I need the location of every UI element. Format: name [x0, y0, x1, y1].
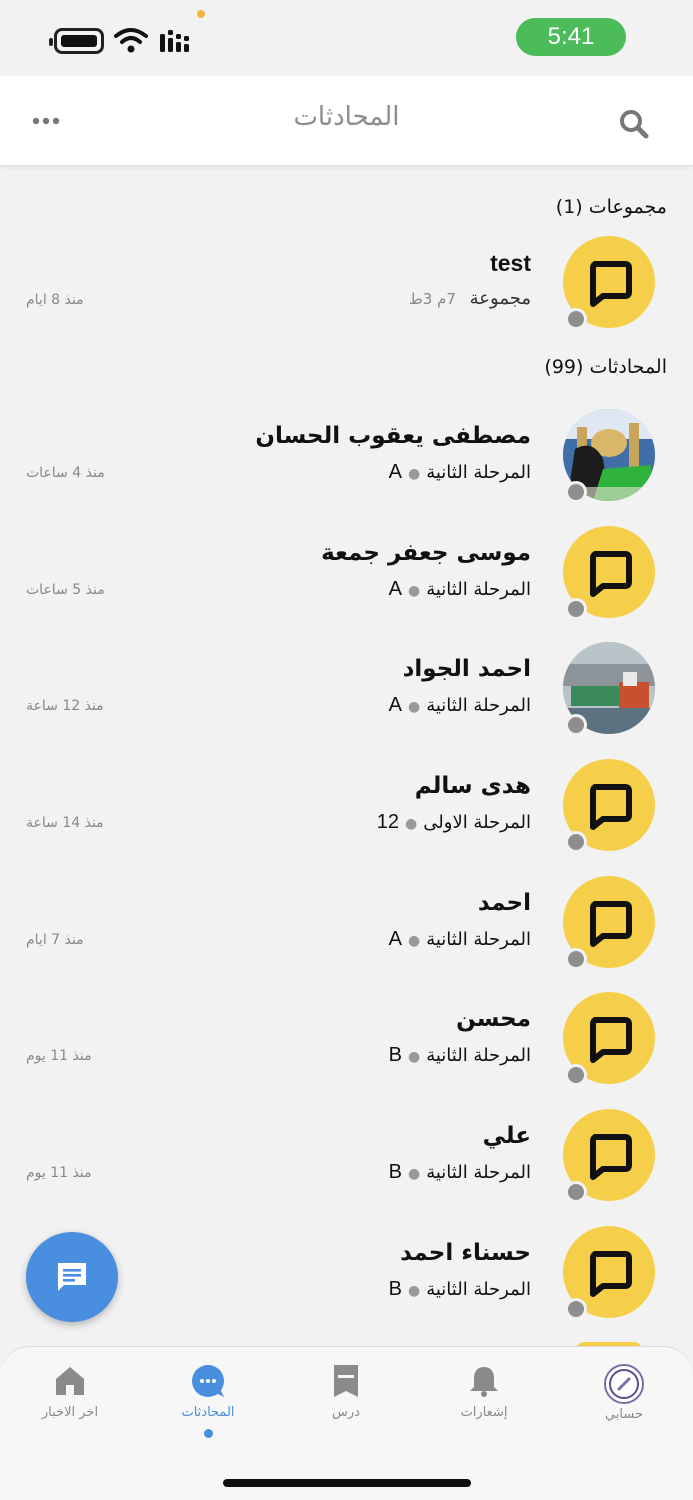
- presence-indicator: [565, 1064, 587, 1086]
- contact-name: احمد الجواد: [402, 656, 531, 682]
- group-meta: 7م 3ط: [408, 290, 456, 308]
- contact-name: حسناء احمد: [400, 1240, 531, 1266]
- section-label: B: [388, 1161, 402, 1183]
- nav-chats-label: المحادثات: [181, 1405, 235, 1420]
- contact-subtitle: المرحلة الثانية●A: [388, 694, 531, 716]
- row-time: منذ 14 ساعة: [26, 815, 104, 831]
- presence-indicator: [565, 714, 587, 736]
- stage-label: المرحلة الثانية: [426, 695, 531, 716]
- message-icon: [58, 1263, 86, 1291]
- stage-label: المرحلة الثانية: [426, 462, 531, 483]
- nav-notifications[interactable]: إشعارات: [424, 1363, 544, 1443]
- nav-lesson-label: درس: [332, 1405, 360, 1420]
- nav-account-label: حسابي: [604, 1407, 644, 1422]
- stage-label: المرحلة الثانية: [426, 1045, 531, 1066]
- contact-name: مصطفى يعقوب الحسان: [255, 423, 531, 449]
- stage-label: المرحلة الاولى: [423, 812, 531, 833]
- contact-subtitle: المرحلة الثانية●B: [388, 1278, 531, 1300]
- nav-notifications-label: إشعارات: [460, 1405, 508, 1420]
- row-time: منذ 11 يوم: [26, 1048, 92, 1064]
- contact-name: محسن: [456, 1006, 531, 1032]
- chat-row[interactable]: احمد المرحلة الثانية●A منذ 7 ايام: [0, 876, 693, 992]
- section-label: A: [388, 461, 402, 483]
- signal-icon: [160, 30, 189, 52]
- book-icon: [334, 1365, 358, 1397]
- new-message-button[interactable]: [26, 1232, 118, 1322]
- chat-row[interactable]: مصطفى يعقوب الحسان المرحلة الثانية●A منذ…: [0, 409, 693, 525]
- status-bar: 5:41: [0, 0, 693, 76]
- contact-name: موسى جعفر جمعة: [321, 540, 531, 566]
- active-indicator: [204, 1429, 213, 1438]
- stage-label: المرحلة الثانية: [426, 929, 531, 950]
- presence-indicator: [565, 948, 587, 970]
- presence-indicator: [565, 481, 587, 503]
- group-subtitle: مجموعة 7م 3ط: [409, 288, 531, 309]
- presence-indicator: [565, 1181, 587, 1203]
- row-time: منذ 5 ساعات: [26, 582, 105, 598]
- chat-row[interactable]: هدى سالم المرحلة الاولى●12 منذ 14 ساعة: [0, 759, 693, 875]
- chat-row[interactable]: علي المرحلة الثانية●B منذ 11 يوم: [0, 1109, 693, 1225]
- chat-icon: [192, 1365, 224, 1397]
- contact-subtitle: المرحلة الاولى●12: [376, 811, 531, 833]
- home-icon: [56, 1367, 84, 1395]
- contact-name: احمد: [477, 890, 531, 916]
- app-header: المحادثات: [0, 76, 693, 166]
- section-label: B: [388, 1044, 402, 1066]
- contact-subtitle: المرحلة الثانية●A: [388, 928, 531, 950]
- wifi-icon: [114, 28, 148, 53]
- chat-row[interactable]: موسى جعفر جمعة المرحلة الثانية●A منذ 5 س…: [0, 526, 693, 642]
- search-button[interactable]: [616, 106, 652, 142]
- row-time: منذ 8 ايام: [26, 292, 84, 308]
- search-icon: [620, 110, 649, 139]
- group-label: مجموعة: [469, 288, 531, 309]
- chats-heading: المحادثات (99): [544, 356, 667, 378]
- bottom-nav: اخر الاخبار المحادثات درس إشعارات حسابي: [0, 1346, 693, 1500]
- row-time: منذ 11 يوم: [26, 1165, 92, 1181]
- presence-indicator: [565, 598, 587, 620]
- section-label: B: [388, 1278, 402, 1300]
- presence-indicator: [565, 1298, 587, 1320]
- contact-subtitle: المرحلة الثانية●A: [388, 578, 531, 600]
- battery-icon: [49, 28, 104, 54]
- home-indicator: [223, 1479, 471, 1487]
- row-time: منذ 12 ساعة: [26, 698, 104, 714]
- groups-heading: مجموعات (1): [555, 196, 667, 218]
- row-time: منذ 7 ايام: [26, 932, 84, 948]
- presence-indicator: [565, 308, 587, 330]
- stage-label: المرحلة الثانية: [426, 1162, 531, 1183]
- contact-subtitle: المرحلة الثانية●B: [388, 1161, 531, 1183]
- nav-chats[interactable]: المحادثات: [148, 1363, 268, 1443]
- group-name: test: [490, 250, 531, 276]
- row-time: منذ 4 ساعات: [26, 465, 105, 481]
- privacy-indicator-dot: [197, 10, 205, 18]
- nav-news[interactable]: اخر الاخبار: [10, 1363, 130, 1443]
- chat-row[interactable]: احمد الجواد المرحلة الثانية●A منذ 12 ساع…: [0, 642, 693, 758]
- section-label: A: [388, 694, 402, 716]
- profile-icon: [604, 1364, 644, 1404]
- nav-account[interactable]: حسابي: [564, 1363, 684, 1443]
- presence-indicator: [565, 831, 587, 853]
- nav-news-label: اخر الاخبار: [41, 1405, 99, 1420]
- contact-name: علي: [482, 1123, 531, 1149]
- section-label: 12: [376, 811, 400, 833]
- page-title: المحادثات: [293, 102, 400, 132]
- nav-lesson[interactable]: درس: [286, 1363, 406, 1443]
- status-time: 5:41: [516, 18, 626, 56]
- chat-row[interactable]: محسن المرحلة الثانية●B منذ 11 يوم: [0, 992, 693, 1108]
- contact-subtitle: المرحلة الثانية●A: [388, 461, 531, 483]
- group-row-test[interactable]: test مجموعة 7م 3ط منذ 8 ايام: [0, 236, 693, 352]
- stage-label: المرحلة الثانية: [426, 579, 531, 600]
- contact-subtitle: المرحلة الثانية●B: [388, 1044, 531, 1066]
- stage-label: المرحلة الثانية: [426, 1279, 531, 1300]
- contact-name: هدى سالم: [414, 773, 531, 799]
- section-label: A: [388, 928, 402, 950]
- section-label: A: [388, 578, 402, 600]
- bell-icon: [470, 1367, 498, 1397]
